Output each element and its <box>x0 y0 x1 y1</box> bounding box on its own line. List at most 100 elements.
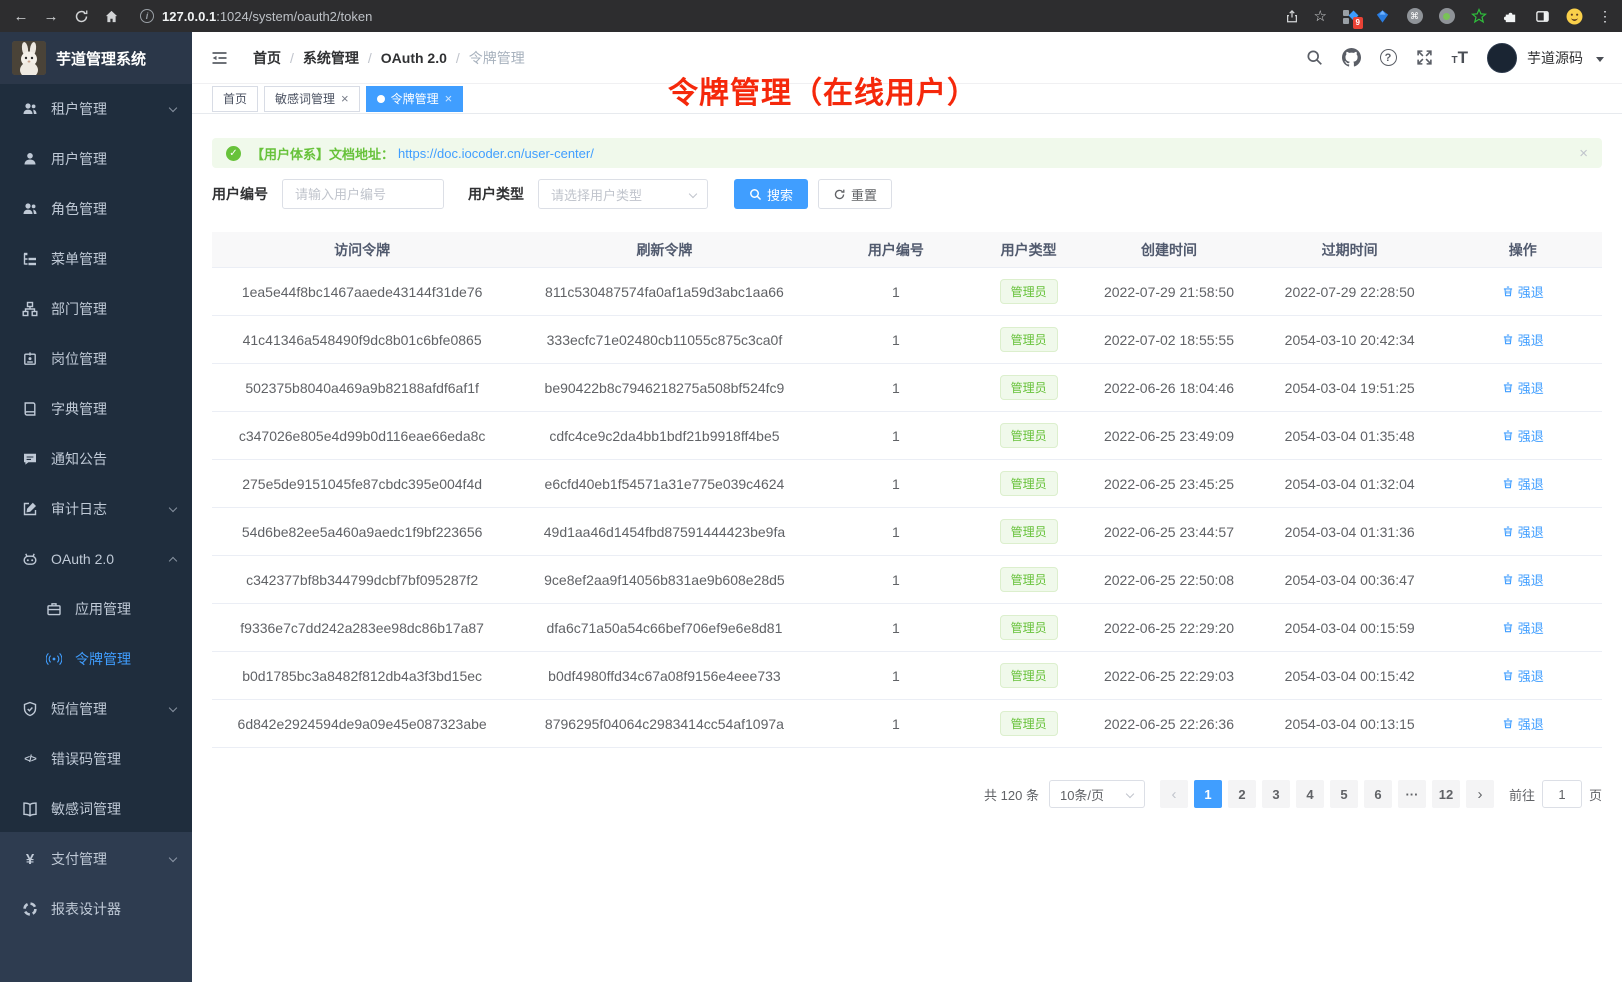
next-page-button[interactable]: › <box>1466 780 1494 808</box>
extension-record-icon[interactable] <box>1438 8 1455 25</box>
home-icon[interactable] <box>96 0 126 32</box>
sidebar-item-报表设计器[interactable]: 报表设计器 <box>0 884 192 934</box>
tab-首页[interactable]: 首页 <box>212 86 258 112</box>
page-button-5[interactable]: 5 <box>1330 780 1358 808</box>
sidebar-item-审计日志[interactable]: 审计日志 <box>0 484 192 534</box>
app-logo-row[interactable]: 芋道管理系统 <box>0 32 192 84</box>
fullscreen-icon[interactable] <box>1416 49 1433 66</box>
extension-puzzle-icon[interactable] <box>1502 8 1519 25</box>
tab-close-icon[interactable]: × <box>445 91 453 106</box>
sidebar-item-敏感词管理[interactable]: 敏感词管理 <box>0 784 192 834</box>
kick-out-link[interactable]: 强退 <box>1502 426 1544 445</box>
help-icon[interactable]: ? <box>1380 49 1397 66</box>
user-type-cell: 管理员 <box>975 615 1082 640</box>
page-button-1[interactable]: 1 <box>1194 780 1222 808</box>
role-users-icon <box>22 201 38 217</box>
expire-time-cell: 2022-07-29 22:28:50 <box>1256 284 1444 300</box>
page-button-3[interactable]: 3 <box>1262 780 1290 808</box>
user-avatar[interactable] <box>1487 43 1517 73</box>
kick-out-link[interactable]: 强退 <box>1502 618 1544 637</box>
page-button-6[interactable]: 6 <box>1364 780 1392 808</box>
alert-close-icon[interactable]: × <box>1579 145 1588 162</box>
table-row: 502375b8040a469a9b82188afdf6af1fbe90422b… <box>212 364 1602 412</box>
search-button[interactable]: 搜索 <box>734 179 808 209</box>
sidebar-item-令牌管理[interactable]: 令牌管理 <box>0 634 192 684</box>
chevron-down-icon <box>169 703 177 711</box>
pager-more-icon[interactable]: ··· <box>1398 780 1426 808</box>
sidebar-item-短信管理[interactable]: 短信管理 <box>0 684 192 734</box>
prev-page-button[interactable]: ‹ <box>1160 780 1188 808</box>
table-row: 1ea5e44f8bc1467aaede43144f31de76811c5304… <box>212 268 1602 316</box>
refresh-token-cell: cdfc4ce9c2da4bb1bdf21b9918ff4be5 <box>512 428 816 444</box>
forward-icon[interactable]: → <box>36 0 66 32</box>
share-icon[interactable] <box>1285 9 1299 24</box>
browser-menu-icon[interactable]: ⋮ <box>1598 8 1612 25</box>
address-bar[interactable]: i 127.0.0.1:1024/system/oauth2/token <box>140 9 1285 24</box>
pagination-total: 共 120 条 <box>984 785 1039 804</box>
user-id-cell: 1 <box>817 332 975 348</box>
kick-out-link[interactable]: 强退 <box>1502 570 1544 589</box>
kick-out-link[interactable]: 强退 <box>1502 330 1544 349</box>
kick-out-link[interactable]: 强退 <box>1502 522 1544 541</box>
kick-out-link[interactable]: 强退 <box>1502 666 1544 685</box>
sidebar-item-支付管理[interactable]: ¥支付管理 <box>0 834 192 884</box>
sidebar-item-应用管理[interactable]: 应用管理 <box>0 584 192 634</box>
font-size-icon[interactable]: TT <box>1452 49 1469 66</box>
browser-chrome: ← → i 127.0.0.1:1024/system/oauth2/token… <box>0 0 1622 32</box>
side-panel-icon[interactable] <box>1534 8 1551 25</box>
sidebar-item-角色管理[interactable]: 角色管理 <box>0 184 192 234</box>
tab-close-icon[interactable]: × <box>341 91 349 106</box>
kick-out-link[interactable]: 强退 <box>1502 474 1544 493</box>
bookmark-star-icon[interactable]: ☆ <box>1314 7 1327 25</box>
extension-gem-icon[interactable] <box>1374 8 1391 25</box>
user-type-cell: 管理员 <box>975 663 1082 688</box>
github-icon[interactable] <box>1342 48 1361 67</box>
sidebar-item-字典管理[interactable]: 字典管理 <box>0 384 192 434</box>
created-time-cell: 2022-06-25 22:26:36 <box>1082 716 1256 732</box>
breadcrumb-item[interactable]: 系统管理 <box>303 48 359 68</box>
tab-敏感词管理[interactable]: 敏感词管理× <box>264 86 360 112</box>
user-type-select[interactable]: 请选择用户类型 <box>538 179 708 209</box>
page-size-value: 10条/页 <box>1060 785 1104 804</box>
extension-grid-icon[interactable]: 9 <box>1342 8 1359 25</box>
user-type-badge: 管理员 <box>1000 471 1058 496</box>
breadcrumb-item[interactable]: OAuth 2.0 <box>381 50 447 66</box>
search-icon[interactable] <box>1306 49 1323 66</box>
annotation-text: 令牌管理（在线用户） <box>668 68 978 112</box>
site-info-icon[interactable]: i <box>140 9 154 23</box>
sidebar-item-岗位管理[interactable]: 岗位管理 <box>0 334 192 384</box>
page-button-4[interactable]: 4 <box>1296 780 1324 808</box>
kick-out-link[interactable]: 强退 <box>1502 378 1544 397</box>
page-button-12[interactable]: 12 <box>1432 780 1460 808</box>
kick-out-link[interactable]: 强退 <box>1502 282 1544 301</box>
username[interactable]: 芋道源码 <box>1527 48 1583 68</box>
jump-page-input[interactable] <box>1542 780 1582 808</box>
page-button-2[interactable]: 2 <box>1228 780 1256 808</box>
breadcrumb-item[interactable]: 首页 <box>253 48 281 68</box>
sidebar-item-菜单管理[interactable]: 菜单管理 <box>0 234 192 284</box>
back-icon[interactable]: ← <box>6 0 36 32</box>
sidebar-item-OAuth 2.0[interactable]: OAuth 2.0 <box>0 534 192 584</box>
page-size-select[interactable]: 10条/页 <box>1049 780 1145 808</box>
sidebar-item-部门管理[interactable]: 部门管理 <box>0 284 192 334</box>
main-content: ✓ 【用户体系】文档地址： https://doc.iocoder.cn/use… <box>192 114 1622 982</box>
reset-button[interactable]: 重置 <box>818 179 892 209</box>
trash-icon <box>1502 285 1514 298</box>
profile-avatar-icon[interactable] <box>1566 8 1583 25</box>
user-id-input[interactable] <box>282 179 444 209</box>
sidebar-item-租户管理[interactable]: 租户管理 <box>0 84 192 134</box>
kick-out-link[interactable]: 强退 <box>1502 714 1544 733</box>
sidebar-collapse-icon[interactable] <box>210 49 229 67</box>
extension-star-icon[interactable] <box>1470 8 1487 25</box>
access-token-cell: 54d6be82ee5a460a9aedc1f9bf223656 <box>212 524 512 540</box>
alert-doc-link[interactable]: https://doc.iocoder.cn/user-center/ <box>398 146 594 161</box>
sidebar-item-错误码管理[interactable]: </>错误码管理 <box>0 734 192 784</box>
tab-令牌管理[interactable]: 令牌管理× <box>366 86 464 112</box>
user-caret-icon[interactable] <box>1596 57 1604 62</box>
user-icon <box>22 151 38 167</box>
sidebar-item-用户管理[interactable]: 用户管理 <box>0 134 192 184</box>
sidebar-item-通知公告[interactable]: 通知公告 <box>0 434 192 484</box>
extension-command-icon[interactable]: ⌘ <box>1406 8 1423 25</box>
reload-icon[interactable] <box>66 0 96 32</box>
pager-buttons: ‹123456···12› <box>1157 780 1497 808</box>
